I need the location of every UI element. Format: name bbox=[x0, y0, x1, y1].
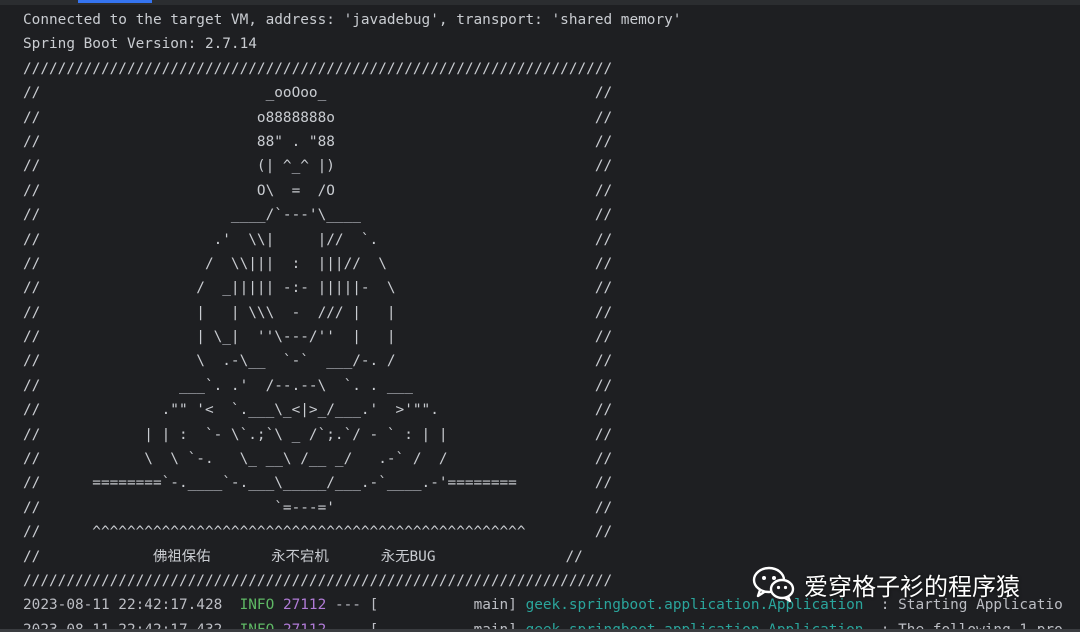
banner-line: // (| ^_^ |) // bbox=[23, 158, 613, 175]
watermark: 爱穿格子衫的程序猿 bbox=[752, 560, 1020, 608]
banner-line: // \ .-\__ `-` ___/-. / // bbox=[23, 353, 613, 370]
banner-line: // ____/`---'\____ // bbox=[23, 207, 613, 224]
banner-line: // `=---=' // bbox=[23, 499, 613, 516]
banner-line: // / \\||| : |||// \ // bbox=[23, 255, 613, 272]
console-line: Spring Boot Version: 2.7.14 bbox=[23, 36, 257, 53]
banner-line: // \ \ `-. \_ __\ /__ _/ .-` / / // bbox=[23, 451, 613, 468]
log-thread: main] bbox=[378, 597, 517, 614]
banner-line: // ========`-.____`-.___\_____/___.-`___… bbox=[23, 475, 613, 492]
tool-window-tab-bar bbox=[0, 0, 1080, 5]
wechat-icon bbox=[752, 566, 795, 603]
banner-line: // ^^^^^^^^^^^^^^^^^^^^^^^^^^^^^^^^^^^^^… bbox=[23, 524, 613, 541]
banner-line: // o8888888o // bbox=[23, 109, 613, 126]
log-separator: --- [ bbox=[334, 597, 379, 614]
banner-line: // | \_| ''\---/'' | | // bbox=[23, 329, 613, 346]
watermark-text: 爱穿格子衫的程序猿 bbox=[804, 572, 1020, 601]
log-pid: 27112 bbox=[282, 597, 327, 614]
banner-line: // / _||||| -:- |||||- \ // bbox=[23, 280, 613, 297]
active-tab-indicator[interactable] bbox=[78, 0, 152, 3]
banner-line: // O\ = /O // bbox=[23, 182, 613, 199]
banner-line: ////////////////////////////////////////… bbox=[23, 60, 613, 77]
banner-line: // .' \\| |// `. // bbox=[23, 231, 613, 248]
console-output[interactable]: Connected to the target VM, address: 'ja… bbox=[23, 8, 1080, 632]
console-line: Connected to the target VM, address: 'ja… bbox=[23, 12, 682, 28]
banner-line: // _ooOoo_ // bbox=[23, 85, 613, 102]
banner-line: // 88" . "88 // bbox=[23, 133, 613, 150]
log-level: INFO bbox=[239, 597, 275, 614]
log-timestamp: 2023-08-11 22:42:17.428 bbox=[23, 597, 223, 614]
banner-line: // | | \\\ - /// | | // bbox=[23, 304, 613, 321]
banner-line: // ."" '< `.___\_<|>_/___.' >'"". // bbox=[23, 402, 613, 419]
banner-line: // | | : `- \`.;`\ _ /`;.`/ - ` : | | // bbox=[23, 426, 613, 443]
banner-line: // ___`. .' /--.--\ `. . ___ // bbox=[23, 377, 613, 394]
